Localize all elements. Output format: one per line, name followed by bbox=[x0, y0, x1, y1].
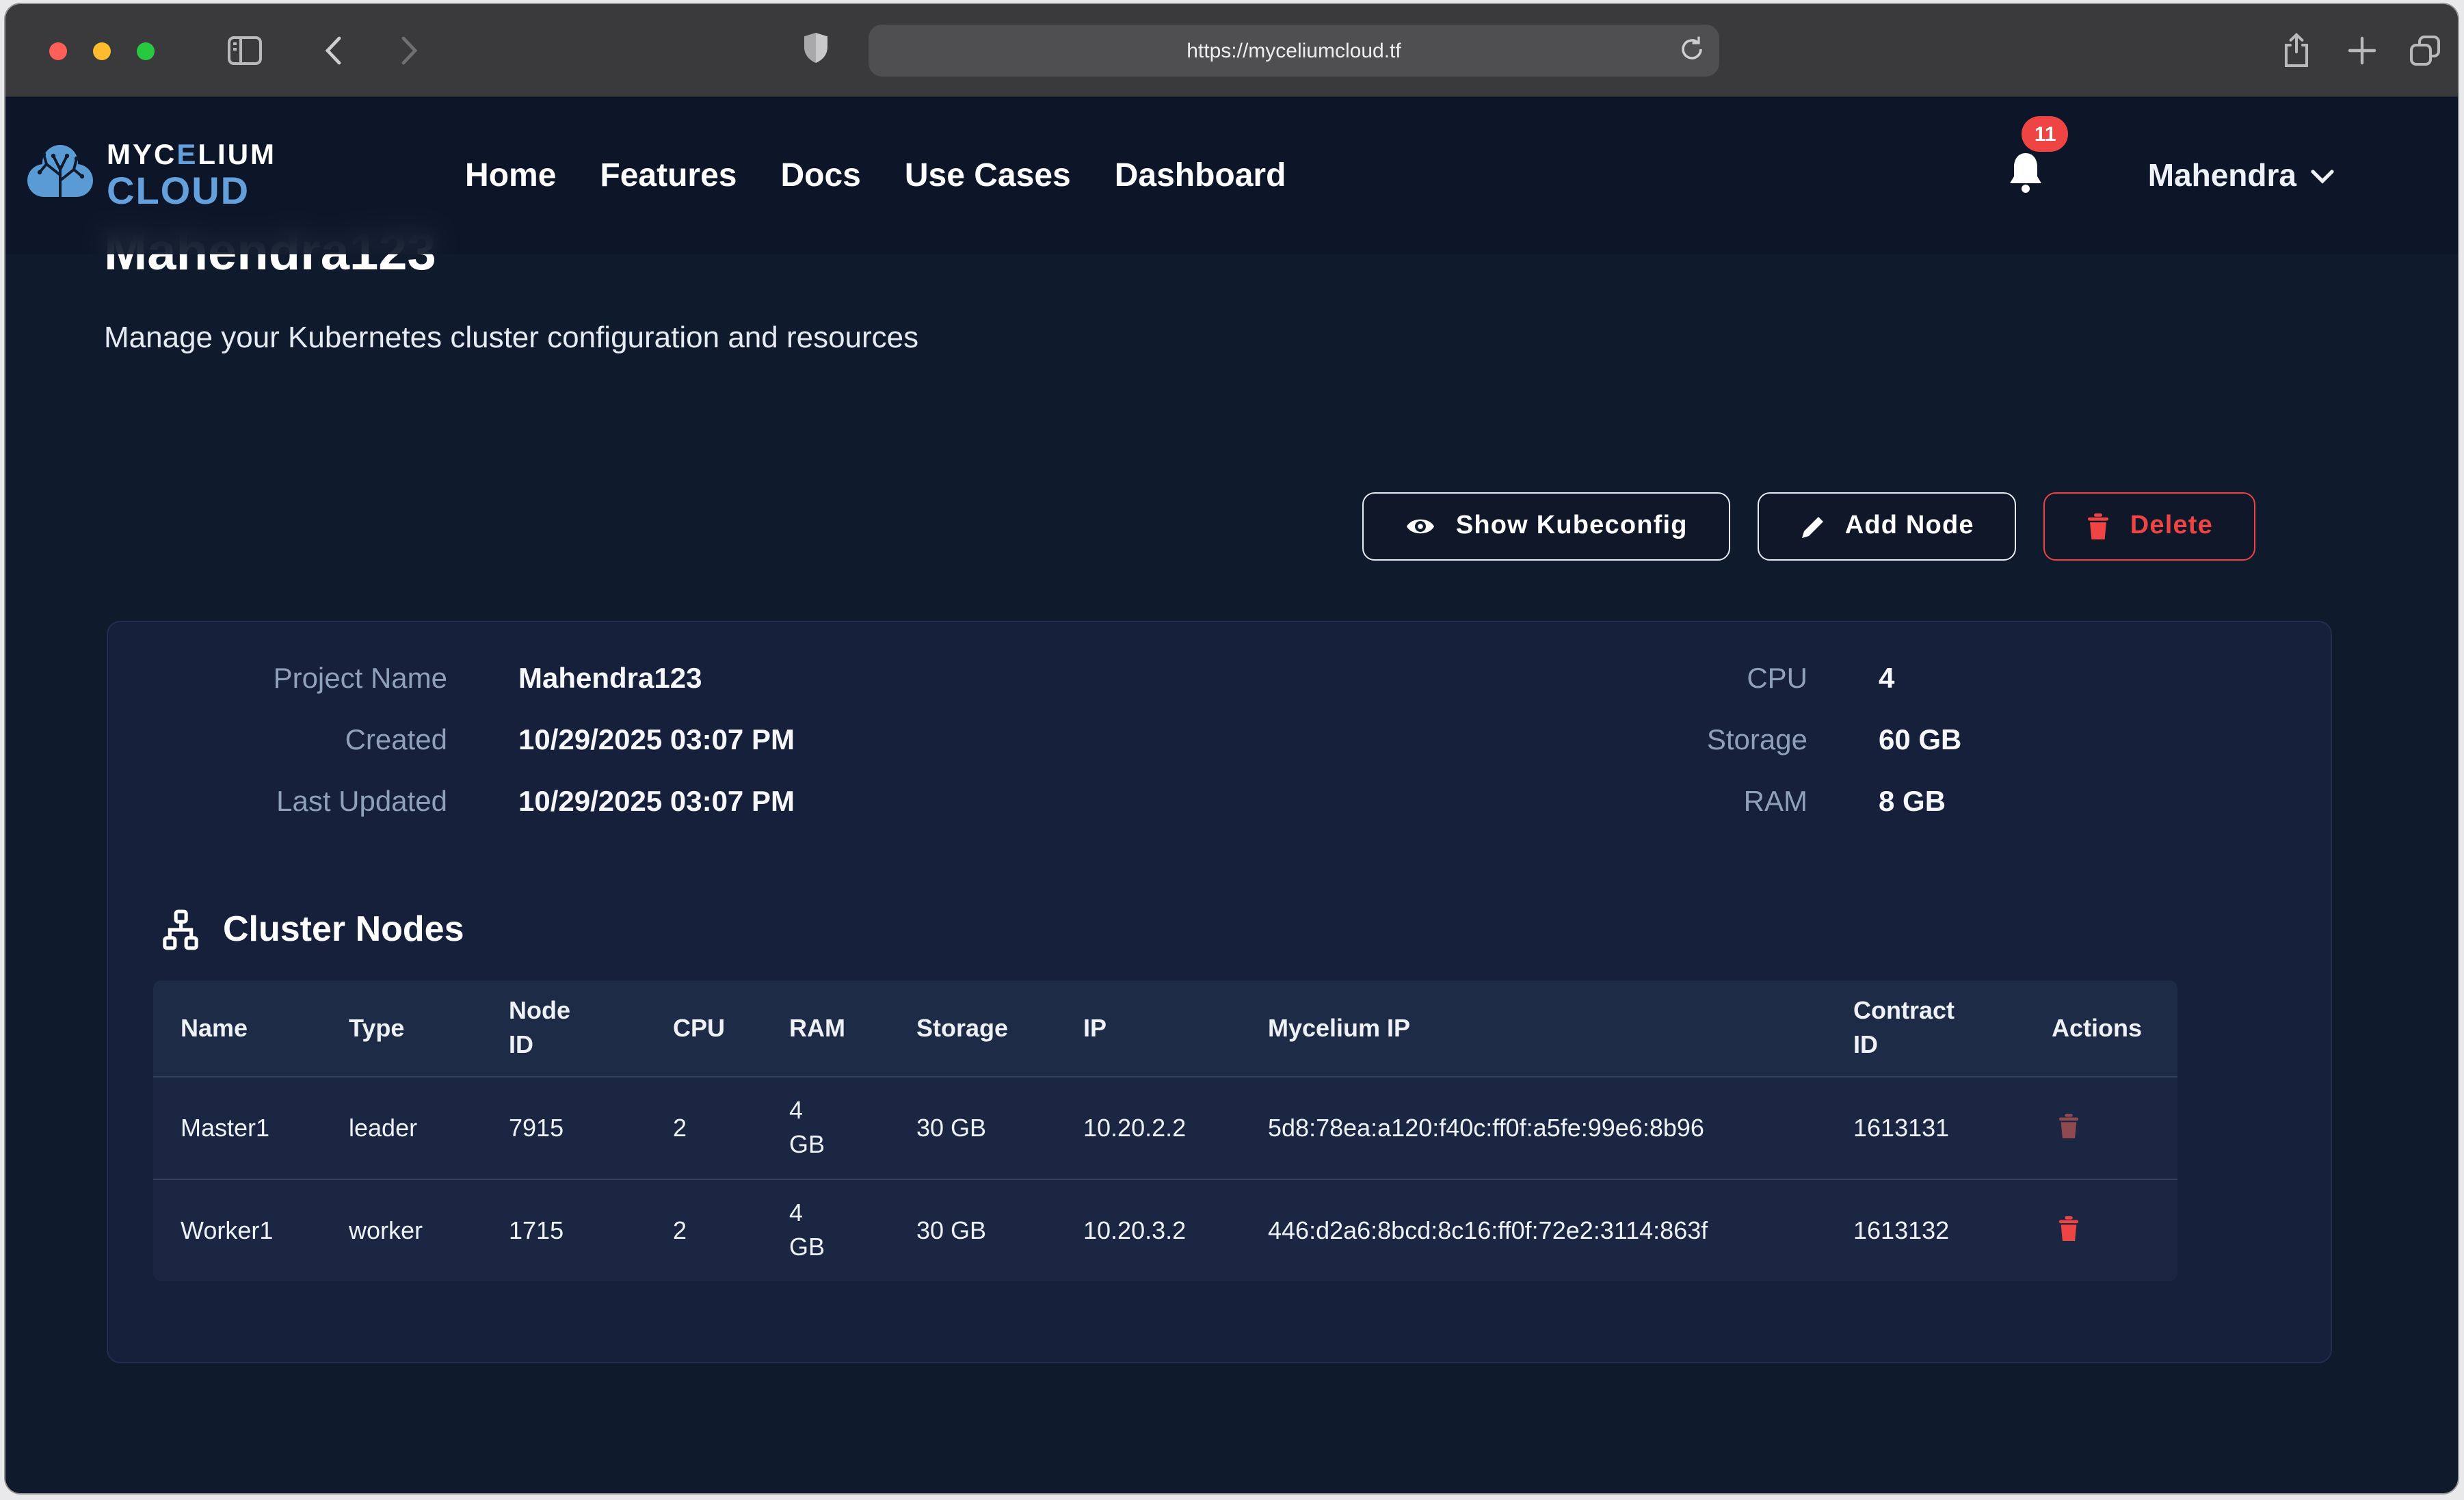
cell-mycelium-ip: 5d8:78ea:a120:f40c:ff0f:a5fe:99e6:8b96 bbox=[1241, 1098, 1826, 1160]
col-header-type: Type bbox=[321, 997, 481, 1059]
cell-ip: 10.20.2.2 bbox=[1056, 1098, 1241, 1160]
field-label: CPU bbox=[1397, 663, 1807, 696]
cell-ip: 10.20.3.2 bbox=[1056, 1201, 1241, 1262]
browser-window: https://myceliumcloud.tf bbox=[5, 4, 2458, 1493]
logo-e-glyph: E bbox=[176, 139, 198, 171]
new-tab-icon[interactable] bbox=[2339, 29, 2385, 72]
site-logo[interactable]: MYCELIUM CLOUD bbox=[25, 139, 276, 212]
field-label: Created bbox=[108, 725, 447, 758]
field-value: Mahendra123 bbox=[518, 663, 702, 696]
cell-contract-id: 1613132 bbox=[1826, 1201, 2024, 1262]
field-value: 4 bbox=[1879, 663, 1894, 696]
share-icon[interactable] bbox=[2273, 29, 2320, 72]
tab-overview-icon[interactable] bbox=[2402, 29, 2448, 72]
col-header-ram: RAM bbox=[762, 997, 889, 1059]
field-value: 8 GB bbox=[1879, 786, 1946, 819]
pencil-icon bbox=[1800, 513, 1826, 539]
field-label: Last Updated bbox=[108, 786, 447, 819]
col-header-mycelium-ip: Mycelium IP bbox=[1241, 997, 1826, 1059]
delete-node-button[interactable] bbox=[2052, 1211, 2086, 1252]
col-header-storage: Storage bbox=[889, 997, 1056, 1059]
col-header-ip: IP bbox=[1056, 997, 1241, 1059]
cell-node-id: 1715 bbox=[481, 1201, 646, 1262]
cell-ram: 4 GB bbox=[762, 1183, 889, 1279]
sitemap-icon bbox=[160, 909, 201, 950]
user-menu[interactable]: Mahendra bbox=[2148, 157, 2335, 194]
eye-icon bbox=[1405, 514, 1437, 539]
cell-name: Master1 bbox=[153, 1098, 321, 1160]
cell-mycelium-ip: 446:d2a6:8bcd:8c16:ff0f:72e2:3114:863f bbox=[1241, 1201, 1826, 1262]
privacy-shield-icon[interactable] bbox=[792, 26, 838, 70]
trash-icon bbox=[2057, 1114, 2080, 1140]
close-window-button[interactable] bbox=[49, 42, 67, 60]
field-label: Storage bbox=[1397, 725, 1807, 758]
cell-contract-id: 1613131 bbox=[1826, 1098, 2024, 1160]
notifications-bell[interactable]: 11 bbox=[2006, 149, 2047, 202]
back-button[interactable] bbox=[309, 29, 356, 72]
cluster-nodes-heading: Cluster Nodes bbox=[160, 908, 2331, 950]
add-node-button[interactable]: Add Node bbox=[1758, 492, 2017, 561]
page-viewport: MYCELIUM CLOUD Home Features Docs Use Ca… bbox=[5, 97, 2458, 1493]
delete-cluster-button[interactable]: Delete bbox=[2044, 492, 2255, 561]
delete-node-button[interactable] bbox=[2052, 1108, 2086, 1149]
field-value: 60 GB bbox=[1879, 725, 1961, 758]
cell-cpu: 2 bbox=[646, 1098, 762, 1160]
nav-dashboard[interactable]: Dashboard bbox=[1115, 157, 1286, 195]
url-text: https://myceliumcloud.tf bbox=[1187, 39, 1401, 62]
col-header-node-id: Node ID bbox=[481, 980, 646, 1077]
trash-icon bbox=[2087, 513, 2111, 540]
cell-type: leader bbox=[321, 1098, 481, 1160]
project-info: Project Name Mahendra123 Created 10/29/202… bbox=[108, 622, 2331, 848]
cell-storage: 30 GB bbox=[889, 1098, 1056, 1160]
table-header-row: Name Type Node ID CPU RAM Storage IP Myc… bbox=[153, 980, 2177, 1077]
nav-home[interactable]: Home bbox=[465, 157, 556, 195]
cluster-nodes-table: Name Type Node ID CPU RAM Storage IP Myc… bbox=[153, 980, 2177, 1282]
main-nav: Home Features Docs Use Cases Dashboard bbox=[465, 157, 1286, 195]
page-subtitle: Manage your Kubernetes cluster configura… bbox=[104, 320, 2458, 356]
user-name: Mahendra bbox=[2148, 157, 2296, 194]
col-header-name: Name bbox=[153, 997, 321, 1059]
field-label: RAM bbox=[1397, 786, 1807, 819]
cell-type: worker bbox=[321, 1201, 481, 1262]
cluster-actions: Show Kubeconfig Add Node Delete bbox=[104, 492, 2255, 561]
nav-docs[interactable]: Docs bbox=[781, 157, 861, 195]
reload-icon[interactable] bbox=[1678, 34, 1706, 70]
cell-name: Worker1 bbox=[153, 1201, 321, 1262]
zoom-window-button[interactable] bbox=[137, 42, 155, 60]
col-header-contract-id: Contract ID bbox=[1826, 980, 2024, 1077]
mycelium-logo-icon bbox=[25, 139, 96, 212]
address-bar[interactable]: https://myceliumcloud.tf bbox=[869, 25, 1719, 77]
cell-cpu: 2 bbox=[646, 1201, 762, 1262]
browser-toolbar: https://myceliumcloud.tf bbox=[5, 4, 2458, 97]
trash-icon bbox=[2057, 1216, 2080, 1242]
table-row: Master1 leader 7915 2 4 GB 30 GB 10.20.2… bbox=[153, 1077, 2177, 1179]
sidebar-toggle-icon[interactable] bbox=[222, 29, 268, 72]
table-row: Worker1 worker 1715 2 4 GB 30 GB 10.20.3… bbox=[153, 1179, 2177, 1282]
minimize-window-button[interactable] bbox=[93, 42, 111, 60]
nav-use-cases[interactable]: Use Cases bbox=[905, 157, 1071, 195]
chevron-down-icon bbox=[2310, 168, 2335, 184]
nav-features[interactable]: Features bbox=[600, 157, 737, 195]
notification-count-badge: 11 bbox=[2022, 116, 2069, 152]
field-value: 10/29/2025 03:07 PM bbox=[518, 725, 795, 758]
forward-button[interactable] bbox=[386, 29, 432, 72]
col-header-cpu: CPU bbox=[646, 997, 762, 1059]
cell-storage: 30 GB bbox=[889, 1201, 1056, 1262]
project-card: Project Name Mahendra123 Created 10/29/202… bbox=[107, 621, 2332, 1363]
field-label: Project Name bbox=[108, 663, 447, 696]
field-value: 10/29/2025 03:07 PM bbox=[518, 786, 795, 819]
cell-node-id: 7915 bbox=[481, 1098, 646, 1160]
show-kubeconfig-button[interactable]: Show Kubeconfig bbox=[1363, 492, 1730, 561]
site-header: MYCELIUM CLOUD Home Features Docs Use Ca… bbox=[5, 97, 2458, 254]
col-header-actions: Actions bbox=[2024, 997, 2177, 1059]
logo-wordmark: MYCELIUM CLOUD bbox=[107, 141, 276, 211]
cell-ram: 4 GB bbox=[762, 1080, 889, 1177]
